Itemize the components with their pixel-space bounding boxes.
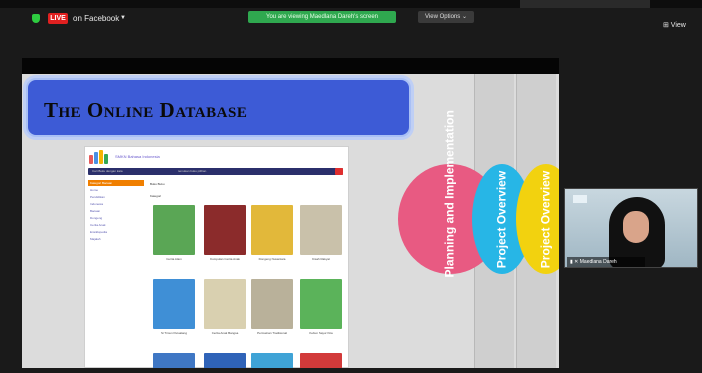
signal-icon: ▮ [570, 259, 573, 265]
participant-name-label: ▮ ✕ Maedlana Dareh [567, 257, 645, 267]
window-top-strip [0, 0, 702, 8]
book-caption: Cerita Anak Bangsa [211, 331, 239, 335]
book-cover[interactable] [251, 353, 293, 368]
search-icon[interactable] [335, 168, 343, 175]
video-wall-item [573, 195, 587, 203]
tab-planning-label[interactable]: Planning and Implementation [443, 110, 457, 277]
db-sidebar-item[interactable]: Dongeng [88, 215, 144, 222]
shared-slide: The Online Database SMKN Bahasa Indonesi… [22, 74, 559, 368]
db-search-hint: temukan buku pilihan [178, 169, 207, 173]
caret-down-icon[interactable]: ▼ [120, 13, 126, 24]
slide-title-box: The Online Database [26, 78, 411, 137]
zoom-window: LIVE on Facebook ▼ You are viewing Maedl… [0, 0, 702, 373]
tab-overview-1-label[interactable]: Project Overview [495, 165, 509, 275]
mic-off-icon: ✕ [574, 259, 579, 265]
db-sidebar-item[interactable]: Pendidikan [88, 194, 144, 201]
db-search-placeholder: Cari Buku dengan kata [92, 169, 123, 173]
live-target-label[interactable]: on Facebook [73, 13, 119, 24]
book-cover[interactable] [153, 279, 195, 329]
book-cover[interactable] [251, 279, 293, 329]
book-cover[interactable] [251, 205, 293, 255]
db-main-subtitle: Kategori [150, 194, 162, 198]
library-title: SMKN Bahasa Indonesia [115, 154, 160, 159]
book-caption: Cerita Alam [166, 257, 182, 261]
book-caption: Kumpulan Cerita Anak [210, 257, 240, 261]
book-caption: Kebun Sayur Kita [309, 331, 333, 335]
book-cover[interactable] [153, 205, 195, 255]
book-cover[interactable] [204, 205, 246, 255]
book-cover[interactable] [300, 279, 342, 329]
slide-top-band [22, 58, 559, 74]
participant-name: Maedlana Dareh [579, 259, 617, 265]
db-sidebar-item[interactable]: Ensiklopedia [88, 229, 144, 236]
library-logo-icon [89, 150, 111, 164]
db-sidebar-item[interactable]: Cerita Anak [88, 222, 144, 229]
db-sidebar-item[interactable]: Indonesia [88, 201, 144, 208]
book-caption: Dongeng Nusantara [258, 257, 286, 261]
book-caption: Kisah Rakyat [312, 257, 330, 261]
view-options-button[interactable]: View Options ⌄ [418, 11, 474, 23]
book-cover[interactable] [204, 279, 246, 329]
db-sidebar-item[interactable]: Bacaan [88, 208, 144, 215]
db-main-title: Buku Buku [150, 182, 165, 186]
db-search-bar[interactable]: Cari Buku dengan kata temukan buku pilih… [88, 168, 343, 175]
book-cover[interactable] [300, 205, 342, 255]
tab-overview-2-label[interactable]: Project Overview [539, 165, 553, 275]
slide-title: The Online Database [44, 98, 248, 122]
book-caption: Permainan Tradisional [257, 331, 287, 335]
book-cover[interactable] [153, 353, 195, 368]
db-sidebar-item[interactable]: Home [88, 187, 144, 194]
top-strip-tab [520, 0, 650, 8]
book-caption: Si Timun Petualang [160, 331, 187, 335]
participant-face [623, 211, 649, 243]
db-sidebar-header: Kategori Bacaan [88, 180, 144, 186]
database-screenshot: SMKN Bahasa Indonesia Cari Buku dengan k… [84, 146, 349, 368]
book-cover[interactable] [300, 353, 342, 368]
live-badge[interactable]: LIVE [48, 13, 68, 24]
participant-video[interactable]: ▮ ✕ Maedlana Dareh [564, 188, 698, 268]
viewing-screen-banner: You are viewing Maedlana Dareh's screen [248, 11, 396, 23]
db-sidebar: Home Pendidikan Indonesia Bacaan Dongeng… [88, 187, 144, 257]
db-sidebar-item[interactable]: Majalah [88, 236, 144, 243]
book-cover[interactable] [204, 353, 246, 368]
shield-icon[interactable] [32, 14, 40, 23]
view-button[interactable]: ⊞ View [663, 20, 695, 31]
